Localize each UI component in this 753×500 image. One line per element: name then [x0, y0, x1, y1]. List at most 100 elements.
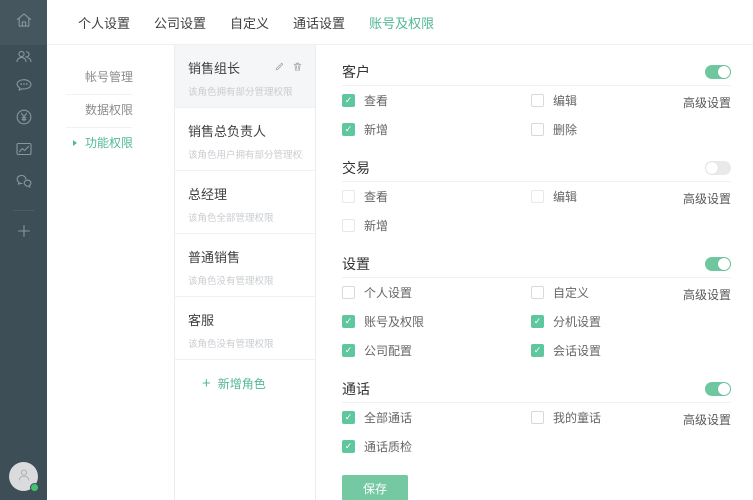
permission-row: ✓ 新增 删除: [342, 115, 731, 144]
permission-row: ✓ 全部通话 我的童话: [342, 403, 731, 432]
checkbox-checked[interactable]: ✓: [531, 344, 544, 357]
checkbox-checked[interactable]: ✓: [342, 411, 355, 424]
billing-icon: [14, 107, 34, 132]
permission-item: ✓ 账号及权限: [342, 313, 531, 330]
plus-icon: +: [202, 375, 211, 392]
permission-item: 新增: [342, 217, 531, 234]
checkbox-unchecked[interactable]: [531, 123, 544, 136]
add-role-button[interactable]: + 新增角色: [175, 360, 315, 392]
stats-icon: [14, 139, 34, 164]
section-toggle[interactable]: [705, 160, 731, 175]
advanced-settings-link[interactable]: 高级设置: [683, 411, 731, 428]
permission-label: 账号及权限: [364, 315, 425, 329]
settings-nav-item-1[interactable]: 帐号管理: [47, 61, 174, 94]
checkbox-checked[interactable]: ✓: [531, 315, 544, 328]
section-title: 设置: [342, 255, 370, 272]
checkbox-unchecked[interactable]: [342, 219, 355, 232]
edit-icon[interactable]: [274, 59, 285, 77]
role-item-4[interactable]: 普通销售 该角色没有管理权限: [175, 234, 315, 297]
sidebar-divider: [13, 210, 34, 211]
checkbox-unchecked[interactable]: [342, 190, 355, 203]
permission-label: 编辑: [553, 94, 578, 108]
role-items: 销售组长 该角色拥有部分管理权限销售总负责人该角色用户拥有部分管理权限总经理 该角色…: [175, 45, 315, 360]
chat-nav-button[interactable]: [0, 70, 47, 104]
online-status-dot: [30, 483, 39, 492]
advanced-settings-link[interactable]: 高级设置: [683, 286, 731, 303]
home-icon: [14, 10, 34, 35]
top-nav-tab-4[interactable]: 通话设置: [293, 13, 345, 32]
permission-item: ✓ 新增: [342, 121, 531, 138]
top-nav-tab-3[interactable]: 自定义: [230, 13, 269, 32]
top-nav-tab-2[interactable]: 公司设置: [154, 13, 206, 32]
role-actions: [274, 59, 303, 77]
active-arrow-icon: [73, 140, 77, 146]
permission-label: 分机设置: [553, 315, 602, 329]
section-toggle[interactable]: [705, 64, 731, 79]
permission-label: 新增: [364, 219, 389, 233]
checkbox-checked[interactable]: ✓: [342, 94, 355, 107]
section-header: 交易: [342, 154, 731, 182]
permissions-panel: 客户 高级设置 ✓ 查看 编辑 ✓ 新增 删除 交易 高级设置 查看 编辑 新增 设置 高级设置 个人设置 自定…: [316, 45, 753, 500]
permission-section-4: 通话 高级设置 ✓ 全部通话 我的童话 ✓ 通话质检: [342, 375, 731, 461]
permission-section-1: 客户 高级设置 ✓ 查看 编辑 ✓ 新增 删除: [342, 58, 731, 144]
role-description: 该角色用户拥有部分管理权限: [188, 150, 303, 161]
add-icon: [14, 221, 34, 246]
checkbox-checked[interactable]: ✓: [342, 123, 355, 136]
permission-row: 查看 编辑: [342, 182, 731, 211]
checkbox-unchecked[interactable]: [531, 286, 544, 299]
permission-item: ✓ 会话设置: [531, 342, 731, 359]
save-button[interactable]: 保存: [342, 475, 408, 500]
add-nav-button[interactable]: [0, 216, 47, 250]
section-rows: 高级设置 个人设置 自定义 ✓ 账号及权限 ✓ 分机设置 ✓ 公司配置 ✓ 会话设置: [342, 278, 731, 365]
section-rows: 高级设置 ✓ 查看 编辑 ✓ 新增 删除: [342, 86, 731, 144]
section-title: 客户: [342, 63, 370, 80]
checkbox-checked[interactable]: ✓: [342, 440, 355, 453]
checkbox-checked[interactable]: ✓: [342, 344, 355, 357]
user-avatar[interactable]: [9, 462, 39, 492]
role-name: 销售总负责人: [188, 124, 267, 139]
section-toggle[interactable]: [705, 381, 731, 396]
permission-section-3: 设置 高级设置 个人设置 自定义 ✓ 账号及权限 ✓ 分机设置 ✓ 公司配置 ✓ 会话设置: [342, 250, 731, 365]
permission-item: 查看: [342, 188, 531, 205]
settings-nav-item-2[interactable]: 数据权限: [47, 94, 174, 127]
permission-item: ✓ 分机设置: [531, 313, 731, 330]
advanced-settings-link[interactable]: 高级设置: [683, 94, 731, 111]
top-nav-tab-1[interactable]: 个人设置: [78, 13, 130, 32]
section-toggle[interactable]: [705, 256, 731, 271]
role-item-5[interactable]: 客服 该角色没有管理权限: [175, 297, 315, 360]
checkbox-unchecked[interactable]: [531, 94, 544, 107]
permission-row: ✓ 通话质检: [342, 432, 731, 461]
role-description: 该角色没有管理权限: [188, 276, 274, 287]
app-sidebar: [0, 0, 47, 500]
role-item-1[interactable]: 销售组长 该角色拥有部分管理权限: [175, 45, 315, 108]
checkbox-unchecked[interactable]: [531, 411, 544, 424]
delete-icon[interactable]: [292, 59, 303, 77]
section-title: 通话: [342, 380, 370, 397]
billing-nav-button[interactable]: [0, 102, 47, 136]
section-title: 交易: [342, 159, 370, 176]
contacts-icon: [14, 46, 34, 71]
permission-label: 通话质检: [364, 440, 413, 454]
permission-row: ✓ 公司配置 ✓ 会话设置: [342, 336, 731, 365]
app-window: 个人设置 公司设置 自定义 通话设置 账号及权限 帐号管理 数据权限 功能权限 销售组长 该角…: [0, 0, 753, 500]
role-item-3[interactable]: 总经理 该角色全部管理权限: [175, 171, 315, 234]
role-item-2[interactable]: 销售总负责人该角色用户拥有部分管理权限: [175, 108, 315, 171]
checkbox-unchecked[interactable]: [342, 286, 355, 299]
settings-nav-item-3[interactable]: 功能权限: [47, 127, 174, 160]
permission-label: 查看: [364, 190, 389, 204]
stats-nav-button[interactable]: [0, 134, 47, 168]
top-nav-tab-5[interactable]: 账号及权限: [369, 13, 434, 32]
section-header: 客户: [342, 58, 731, 86]
role-description: 该角色拥有部分管理权限: [188, 87, 293, 98]
permission-sections: 客户 高级设置 ✓ 查看 编辑 ✓ 新增 删除 交易 高级设置 查看 编辑 新增 设置 高级设置 个人设置 自定…: [342, 58, 731, 461]
home-nav-button[interactable]: [0, 0, 47, 45]
add-role-label: 新增角色: [217, 377, 266, 391]
permission-item: ✓ 公司配置: [342, 342, 531, 359]
checkbox-unchecked[interactable]: [531, 190, 544, 203]
checkbox-checked[interactable]: ✓: [342, 315, 355, 328]
settings-nav-label: 功能权限: [85, 136, 134, 150]
section-rows: 高级设置 查看 编辑新增: [342, 182, 731, 240]
wechat-nav-button[interactable]: [0, 166, 47, 200]
permission-label: 删除: [553, 123, 578, 137]
advanced-settings-link[interactable]: 高级设置: [683, 190, 731, 207]
